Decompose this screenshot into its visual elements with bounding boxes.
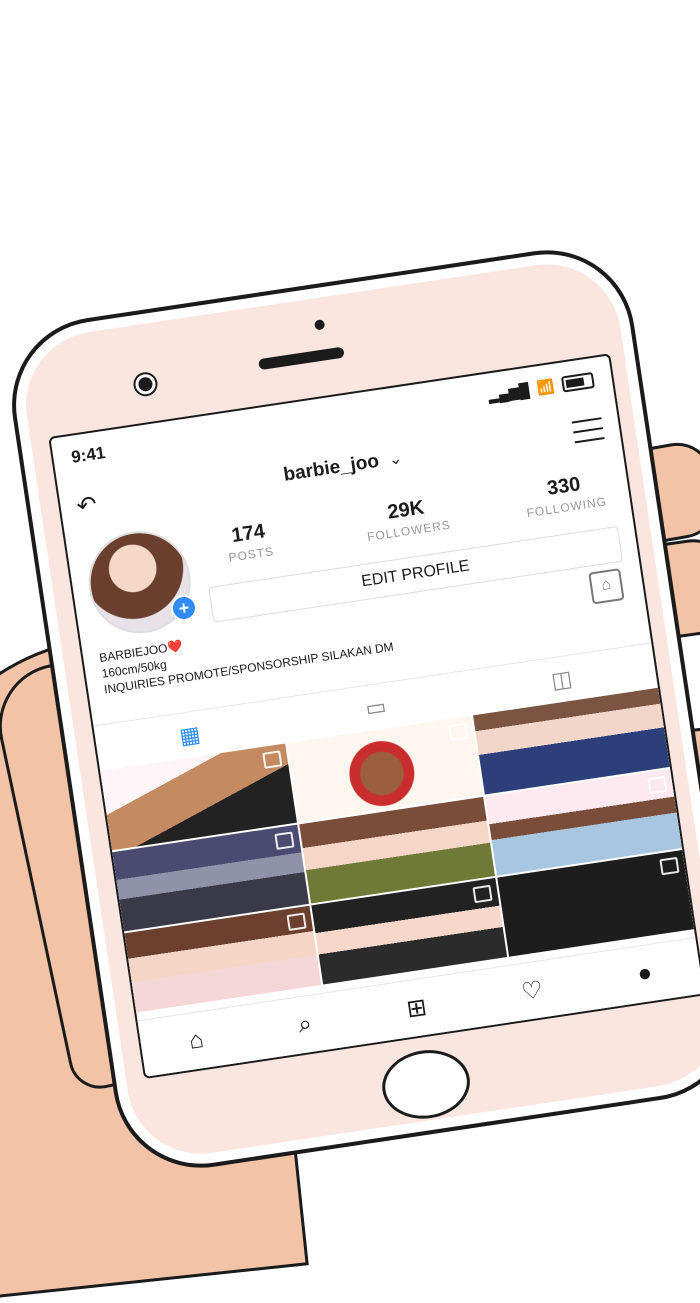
multi-photo-icon xyxy=(472,884,493,904)
multi-photo-icon xyxy=(448,722,469,741)
avatar[interactable] xyxy=(81,524,198,641)
stat-following[interactable]: 330 FOLLOWING xyxy=(515,469,615,522)
wifi-icon: 📶 xyxy=(535,377,556,396)
profile-username: barbie_joo xyxy=(282,450,381,486)
signal-icon: ▂▄▆█ xyxy=(486,381,531,404)
stat-posts[interactable]: 174 POSTS xyxy=(200,516,300,569)
speaker xyxy=(258,346,345,371)
status-icons: ▂▄▆█ 📶 xyxy=(487,371,595,404)
camera xyxy=(313,319,326,331)
phone: 9:41 ▂▄▆█ 📶 ↶ barbie_joo ⌄ + 174 POSTS 2… xyxy=(0,238,700,1180)
multi-photo-icon xyxy=(659,856,680,876)
search-icon[interactable]: ⌕ xyxy=(296,1010,313,1040)
home-button[interactable] xyxy=(377,1044,475,1125)
multi-photo-icon xyxy=(286,912,307,932)
phone-scene: 9:41 ▂▄▆█ 📶 ↶ barbie_joo ⌄ + 174 POSTS 2… xyxy=(0,0,700,1303)
multi-photo-icon xyxy=(274,831,295,850)
chevron-down-icon: ⌄ xyxy=(387,450,404,469)
history-icon[interactable]: ↶ xyxy=(75,487,115,521)
multi-photo-icon xyxy=(261,750,283,769)
menu-icon[interactable] xyxy=(571,417,605,444)
add-icon[interactable]: ⊞ xyxy=(405,992,429,1024)
home-icon[interactable]: ⌂ xyxy=(187,1026,205,1056)
status-time: 9:41 xyxy=(70,443,107,467)
profile-icon[interactable]: ● xyxy=(636,959,654,989)
front-camera xyxy=(134,372,157,396)
heart-icon[interactable]: ♡ xyxy=(519,975,545,1007)
multi-photo-icon xyxy=(647,775,668,795)
stat-followers[interactable]: 29K FOLLOWERS xyxy=(357,492,457,545)
battery-icon xyxy=(560,371,595,393)
instagram-profile-screen: 9:41 ▂▄▆█ 📶 ↶ barbie_joo ⌄ + 174 POSTS 2… xyxy=(48,353,700,1080)
discover-people-icon[interactable]: ⌂ xyxy=(588,568,625,605)
username-dropdown[interactable]: barbie_joo ⌄ xyxy=(282,447,403,486)
